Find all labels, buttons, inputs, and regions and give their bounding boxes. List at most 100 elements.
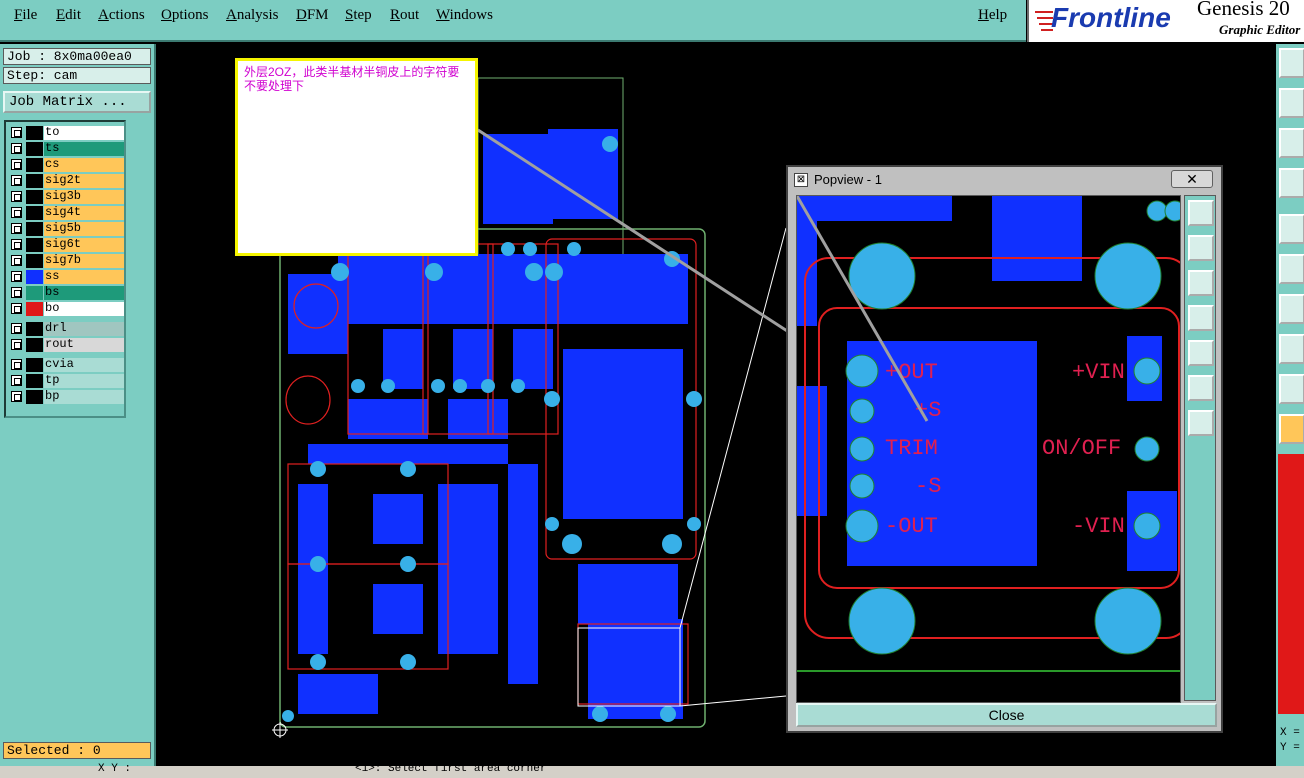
layer-name[interactable]: sig2t: [44, 174, 124, 188]
layer-row-ts[interactable]: ts: [8, 142, 124, 156]
layer-color-swatch: [26, 222, 43, 236]
menu-windows[interactable]: Windows: [436, 7, 493, 24]
layer-row-bp[interactable]: bp: [8, 390, 124, 404]
tool-3-icon[interactable]: [1279, 128, 1304, 158]
menu-rout[interactable]: Rout: [390, 7, 419, 24]
tool-1-icon[interactable]: [1279, 48, 1304, 78]
tool-5-icon[interactable]: [1279, 214, 1304, 244]
layer-name[interactable]: drl: [44, 322, 124, 336]
layer-name[interactable]: bo: [44, 302, 124, 316]
tool-2-icon[interactable]: [1279, 88, 1304, 118]
layer-row-ss[interactable]: ss: [8, 270, 124, 284]
window-icon: ⊠: [794, 173, 808, 187]
close-icon[interactable]: ✕: [1171, 170, 1213, 188]
layer-row-cvia[interactable]: cvia: [8, 358, 124, 372]
layer-name[interactable]: cvia: [44, 358, 124, 372]
layer-row-to[interactable]: to: [8, 126, 124, 140]
menu-options[interactable]: Options: [161, 7, 209, 24]
layer-checkbox[interactable]: [11, 127, 22, 138]
layer-row-sig4t[interactable]: sig4t: [8, 206, 124, 220]
layer-name[interactable]: rout: [44, 338, 124, 352]
origin-marker-icon: [272, 722, 288, 738]
layer-color-swatch: [26, 254, 43, 268]
layer-checkbox[interactable]: [11, 255, 22, 266]
layer-row-drl[interactable]: drl: [8, 322, 124, 336]
layer-row-sig5b[interactable]: sig5b: [8, 222, 124, 236]
pointer-icon[interactable]: [1279, 414, 1304, 444]
layer-checkbox[interactable]: [11, 391, 22, 402]
layer-checkbox[interactable]: [11, 175, 22, 186]
zoom-in-icon[interactable]: [1188, 375, 1214, 401]
layer-name[interactable]: sig3b: [44, 190, 124, 204]
menu-bar: File Edit Actions Options Analysis DFM S…: [0, 0, 1026, 42]
layer-row-bo[interactable]: bo: [8, 302, 124, 316]
layer-name[interactable]: ts: [44, 142, 124, 156]
menu-file[interactable]: File: [14, 7, 37, 24]
coord-x: X =: [1280, 727, 1300, 739]
popview-canvas[interactable]: +OUT +S TRIM -S -OUT +VIN ON/OFF -VIN: [796, 195, 1181, 703]
menu-edit[interactable]: Edit: [56, 7, 81, 24]
tool-6-icon[interactable]: [1279, 254, 1304, 284]
layer-row-sig7b[interactable]: sig7b: [8, 254, 124, 268]
layer-name[interactable]: sig7b: [44, 254, 124, 268]
layer-checkbox[interactable]: [11, 239, 22, 250]
layer-row-bs[interactable]: bs: [8, 286, 124, 300]
layer-checkbox[interactable]: [11, 143, 22, 154]
popview-titlebar: ⊠ Popview - 1 ✕: [790, 169, 1219, 191]
layer-name[interactable]: bp: [44, 390, 124, 404]
pan-left-icon[interactable]: [1188, 305, 1214, 331]
tool-7-icon[interactable]: [1279, 294, 1304, 324]
layer-name[interactable]: cs: [44, 158, 124, 172]
layer-color-swatch: [26, 302, 43, 316]
silk-trim: TRIM: [885, 436, 938, 461]
menu-help[interactable]: Help: [978, 7, 1007, 24]
layer-checkbox[interactable]: [11, 323, 22, 334]
layer-row-cs[interactable]: cs: [8, 158, 124, 172]
popview-window: ⊠ Popview - 1 ✕ +OUT +S TRIM -S -OUT +VI…: [786, 165, 1223, 733]
layer-checkbox[interactable]: [11, 207, 22, 218]
layer-checkbox[interactable]: [11, 303, 22, 314]
layer-checkbox[interactable]: [11, 339, 22, 350]
tool-9-icon[interactable]: [1279, 374, 1304, 404]
layer-checkbox[interactable]: [11, 375, 22, 386]
product-subtitle: Graphic Editor: [1219, 22, 1301, 37]
zoom-out-icon[interactable]: [1188, 410, 1214, 436]
layer-color-swatch: [26, 174, 43, 188]
layer-name[interactable]: tp: [44, 374, 124, 388]
silk-s-plus: +S: [915, 398, 941, 423]
menu-dfm[interactable]: DFM: [296, 7, 329, 24]
layer-name[interactable]: sig4t: [44, 206, 124, 220]
layer-checkbox[interactable]: [11, 191, 22, 202]
layer-checkbox[interactable]: [11, 287, 22, 298]
menu-step[interactable]: Step: [345, 7, 372, 24]
layer-name[interactable]: sig6t: [44, 238, 124, 252]
silk-vin-plus: +VIN: [1072, 360, 1125, 385]
layer-row-sig3b[interactable]: sig3b: [8, 190, 124, 204]
layer-name[interactable]: to: [44, 126, 124, 140]
menu-actions[interactable]: Actions: [98, 7, 145, 24]
layer-checkbox[interactable]: [11, 271, 22, 282]
zoom-fit-icon[interactable]: [1188, 200, 1214, 226]
layer-color-swatch: [26, 374, 43, 388]
menu-analysis[interactable]: Analysis: [226, 7, 279, 24]
tool-4-icon[interactable]: [1279, 168, 1304, 198]
layer-checkbox[interactable]: [11, 223, 22, 234]
layer-name[interactable]: bs: [44, 286, 124, 300]
pan-up-icon[interactable]: [1188, 235, 1214, 261]
close-button[interactable]: Close: [796, 703, 1217, 727]
layer-name[interactable]: ss: [44, 270, 124, 284]
pan-right-icon[interactable]: [1188, 340, 1214, 366]
layer-name[interactable]: sig5b: [44, 222, 124, 236]
layer-row-sig2t[interactable]: sig2t: [8, 174, 124, 188]
layer-row-sig6t[interactable]: sig6t: [8, 238, 124, 252]
silk-vin-minus: -VIN: [1072, 514, 1125, 539]
layer-row-tp[interactable]: tp: [8, 374, 124, 388]
layer-checkbox[interactable]: [11, 159, 22, 170]
layer-checkbox[interactable]: [11, 359, 22, 370]
selected-count: Selected : 0: [3, 742, 151, 759]
job-matrix-button[interactable]: Job Matrix ...: [3, 91, 151, 113]
pan-down-icon[interactable]: [1188, 270, 1214, 296]
mini-map[interactable]: [1278, 454, 1304, 714]
layer-row-rout[interactable]: rout: [8, 338, 124, 352]
tool-8-icon[interactable]: [1279, 334, 1304, 364]
